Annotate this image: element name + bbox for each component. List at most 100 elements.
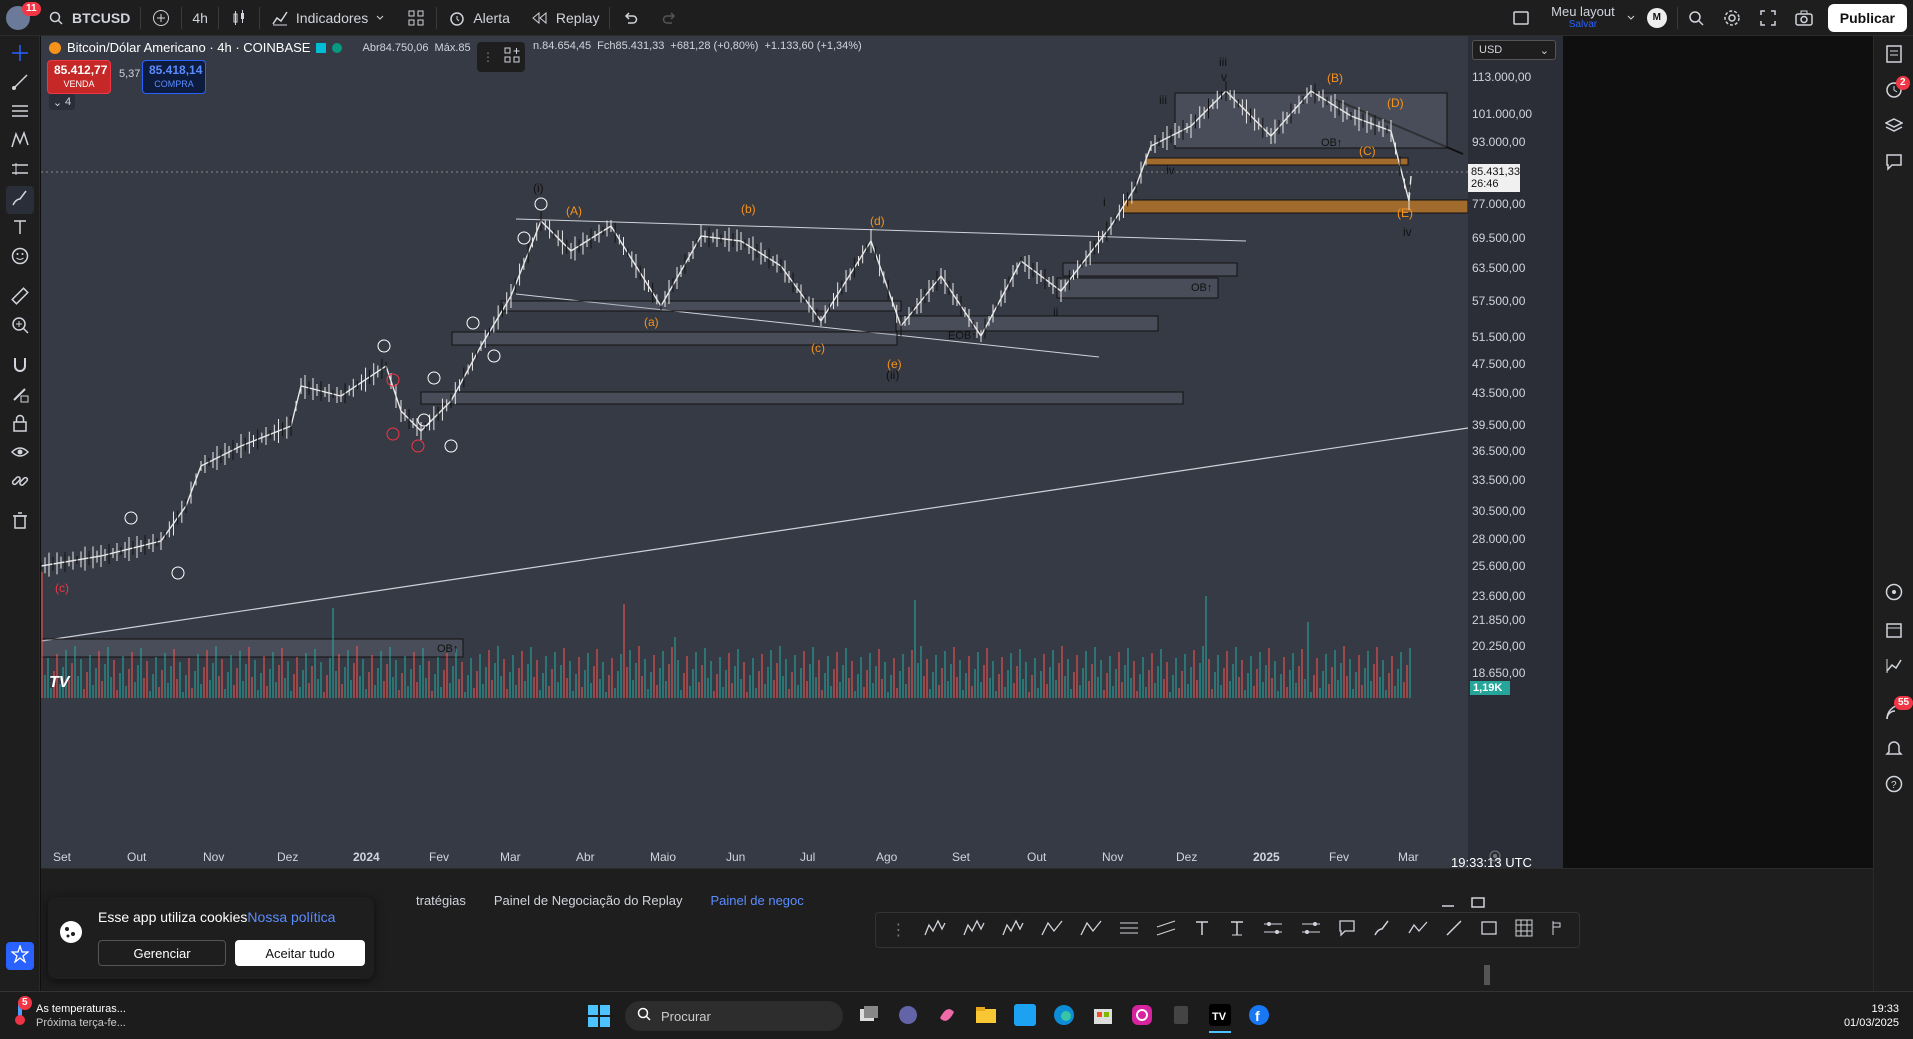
tradingview-app-icon[interactable]: TV — [1209, 1004, 1231, 1033]
emoji-tool[interactable] — [6, 244, 34, 272]
horizontal-lines-tool[interactable] — [6, 99, 34, 127]
alert-button[interactable]: Alerta — [437, 0, 520, 36]
settings-button[interactable] — [1714, 0, 1750, 36]
symbol-search[interactable]: BTCUSD — [36, 0, 140, 36]
brush-tool[interactable] — [6, 186, 34, 214]
indicators-collapse-button[interactable]: ⌄ 4 — [49, 94, 75, 110]
zoom-tool[interactable] — [6, 313, 34, 341]
text-icon[interactable] — [1193, 919, 1211, 942]
compare-add-button[interactable] — [141, 0, 181, 36]
publish-button[interactable]: Publicar — [1827, 3, 1907, 32]
start-button[interactable] — [588, 1005, 610, 1032]
sell-button[interactable]: 85.412,77 VENDA — [47, 60, 111, 94]
edge-icon[interactable] — [1053, 1004, 1075, 1033]
task-view-icon[interactable] — [858, 1004, 880, 1033]
chart-type-button[interactable] — [219, 0, 259, 36]
watchlist-button[interactable] — [1880, 42, 1908, 70]
currency-select[interactable]: USD ⌄ — [1472, 40, 1556, 60]
price-chart-canvas[interactable]: (i)(ii)iiiiviiiiiiivv(a)(b)(c)(d)(e)(A)(… — [41, 36, 1468, 846]
cookie-accept-button[interactable]: Aceitar tudo — [235, 940, 365, 966]
buy-button[interactable]: 85.418,14 COMPRA — [142, 60, 206, 94]
redo-button[interactable] — [650, 0, 690, 36]
layout-chevron-icon[interactable] — [1625, 8, 1637, 28]
twitter-icon[interactable] — [1014, 1004, 1036, 1033]
replay-button[interactable]: Replay — [520, 0, 610, 36]
grid-table-icon[interactable] — [1515, 919, 1533, 942]
chart-pane[interactable]: (i) (ii) iii iv i ii iii iv v (a) (b) (c) (d) (e) (A)(… — [41, 36, 1468, 846]
notifications-button[interactable] — [1880, 736, 1908, 764]
favorites-tool[interactable] — [6, 942, 34, 970]
more-tools-icon[interactable] — [1550, 919, 1564, 942]
user-avatar[interactable]: 11 — [0, 0, 41, 36]
forecast-tool[interactable] — [6, 157, 34, 185]
system-clock[interactable]: 19:33 01/03/2025 — [1844, 1002, 1899, 1030]
snapshot-button[interactable] — [1786, 0, 1822, 36]
anchored-text-icon[interactable] — [1228, 919, 1246, 942]
lines-icon[interactable] — [1119, 919, 1139, 942]
price-axis[interactable]: USD ⌄ 113.000,00 101.000,00 93.000,00 77.000… — [1468, 36, 1563, 846]
magnet-tool[interactable] — [6, 353, 34, 381]
streams-button[interactable]: 55 — [1880, 696, 1913, 728]
date-range-icon[interactable] — [1263, 919, 1283, 942]
copilot-icon[interactable] — [936, 1004, 958, 1033]
alerts-panel-button[interactable]: 2 — [1880, 76, 1910, 106]
undo-button[interactable] — [610, 0, 650, 36]
utc-clock[interactable]: 19:33:13 UTC — [1451, 855, 1532, 870]
drawing-mode-tool[interactable] — [6, 382, 34, 410]
layout-toggle-button[interactable] — [1501, 0, 1541, 36]
symbol-title[interactable]: Bitcoin/Dólar Americano · 4h · COINBASE — [67, 40, 310, 55]
drag-handle-icon[interactable]: ⋮ — [891, 920, 907, 940]
text-tool[interactable] — [6, 215, 34, 243]
rectangle-icon[interactable] — [1480, 919, 1498, 942]
calendar-button[interactable] — [1880, 618, 1908, 646]
instagram-icon[interactable] — [1131, 1004, 1153, 1033]
crosshair-tool[interactable] — [6, 41, 34, 69]
trendline-icon[interactable] — [1445, 919, 1463, 942]
scrollbar[interactable] — [1484, 965, 1490, 985]
elliott-15-icon[interactable] — [924, 919, 946, 942]
trash-tool[interactable] — [6, 509, 34, 537]
taskbar-search[interactable]: Procurar — [625, 1001, 843, 1031]
elliott-wy-icon[interactable] — [1080, 919, 1102, 942]
panel-resize-handle[interactable] — [41, 863, 1468, 867]
file-explorer-icon[interactable] — [975, 1004, 997, 1033]
ideas-button[interactable] — [1880, 654, 1908, 682]
interval-button[interactable]: 4h — [182, 0, 218, 36]
link-tool[interactable] — [6, 469, 34, 497]
facebook-icon[interactable]: f — [1248, 1004, 1270, 1033]
elliott-wz-icon[interactable] — [1002, 919, 1024, 942]
pulse-button[interactable] — [1880, 580, 1908, 608]
tab-strategies[interactable]: tratégias — [416, 893, 466, 908]
cookie-policy-link[interactable]: Nossa política — [247, 909, 335, 925]
weather-widget[interactable]: 5 As temperaturas... Próxima terça-fe... — [12, 996, 126, 1031]
templates-button[interactable] — [396, 0, 436, 36]
trendline-tool[interactable] — [6, 70, 34, 98]
elliott-ae-icon[interactable] — [963, 919, 985, 942]
layout-menu[interactable]: Meu layout Salvar — [1541, 0, 1625, 36]
channel-icon[interactable] — [1156, 919, 1176, 942]
price-range-icon[interactable] — [1301, 919, 1321, 942]
layout-avatar[interactable]: M — [1637, 0, 1677, 36]
cookie-manage-button[interactable]: Gerenciar — [98, 940, 226, 966]
path-icon[interactable] — [1408, 919, 1428, 942]
help-button[interactable]: ? — [1880, 772, 1908, 800]
object-tree-widget[interactable]: ⋮ — [477, 42, 525, 72]
indicators-button[interactable]: Indicadores — [260, 0, 396, 36]
fullscreen-button[interactable] — [1750, 0, 1786, 36]
tradingview-logo[interactable]: TV — [49, 674, 77, 692]
tab-replay-trading[interactable]: Painel de Negociação do Replay — [494, 893, 683, 908]
visibility-tool[interactable] — [6, 440, 34, 468]
tab-trading-panel[interactable]: Painel de negoc — [711, 893, 804, 908]
callout-icon[interactable] — [1338, 919, 1356, 942]
brush-icon[interactable] — [1373, 919, 1391, 942]
app-icon[interactable] — [1170, 1004, 1192, 1033]
measure-tool[interactable] — [6, 284, 34, 312]
chat-button[interactable] — [1880, 150, 1908, 178]
quick-search-button[interactable] — [1678, 0, 1714, 36]
layers-button[interactable] — [1880, 114, 1908, 142]
lock-tool[interactable] — [6, 411, 34, 439]
store-icon[interactable] — [1092, 1004, 1114, 1033]
pattern-tool[interactable] — [6, 128, 34, 156]
meet-icon[interactable] — [897, 1004, 919, 1033]
elliott-ac-icon[interactable] — [1041, 919, 1063, 942]
